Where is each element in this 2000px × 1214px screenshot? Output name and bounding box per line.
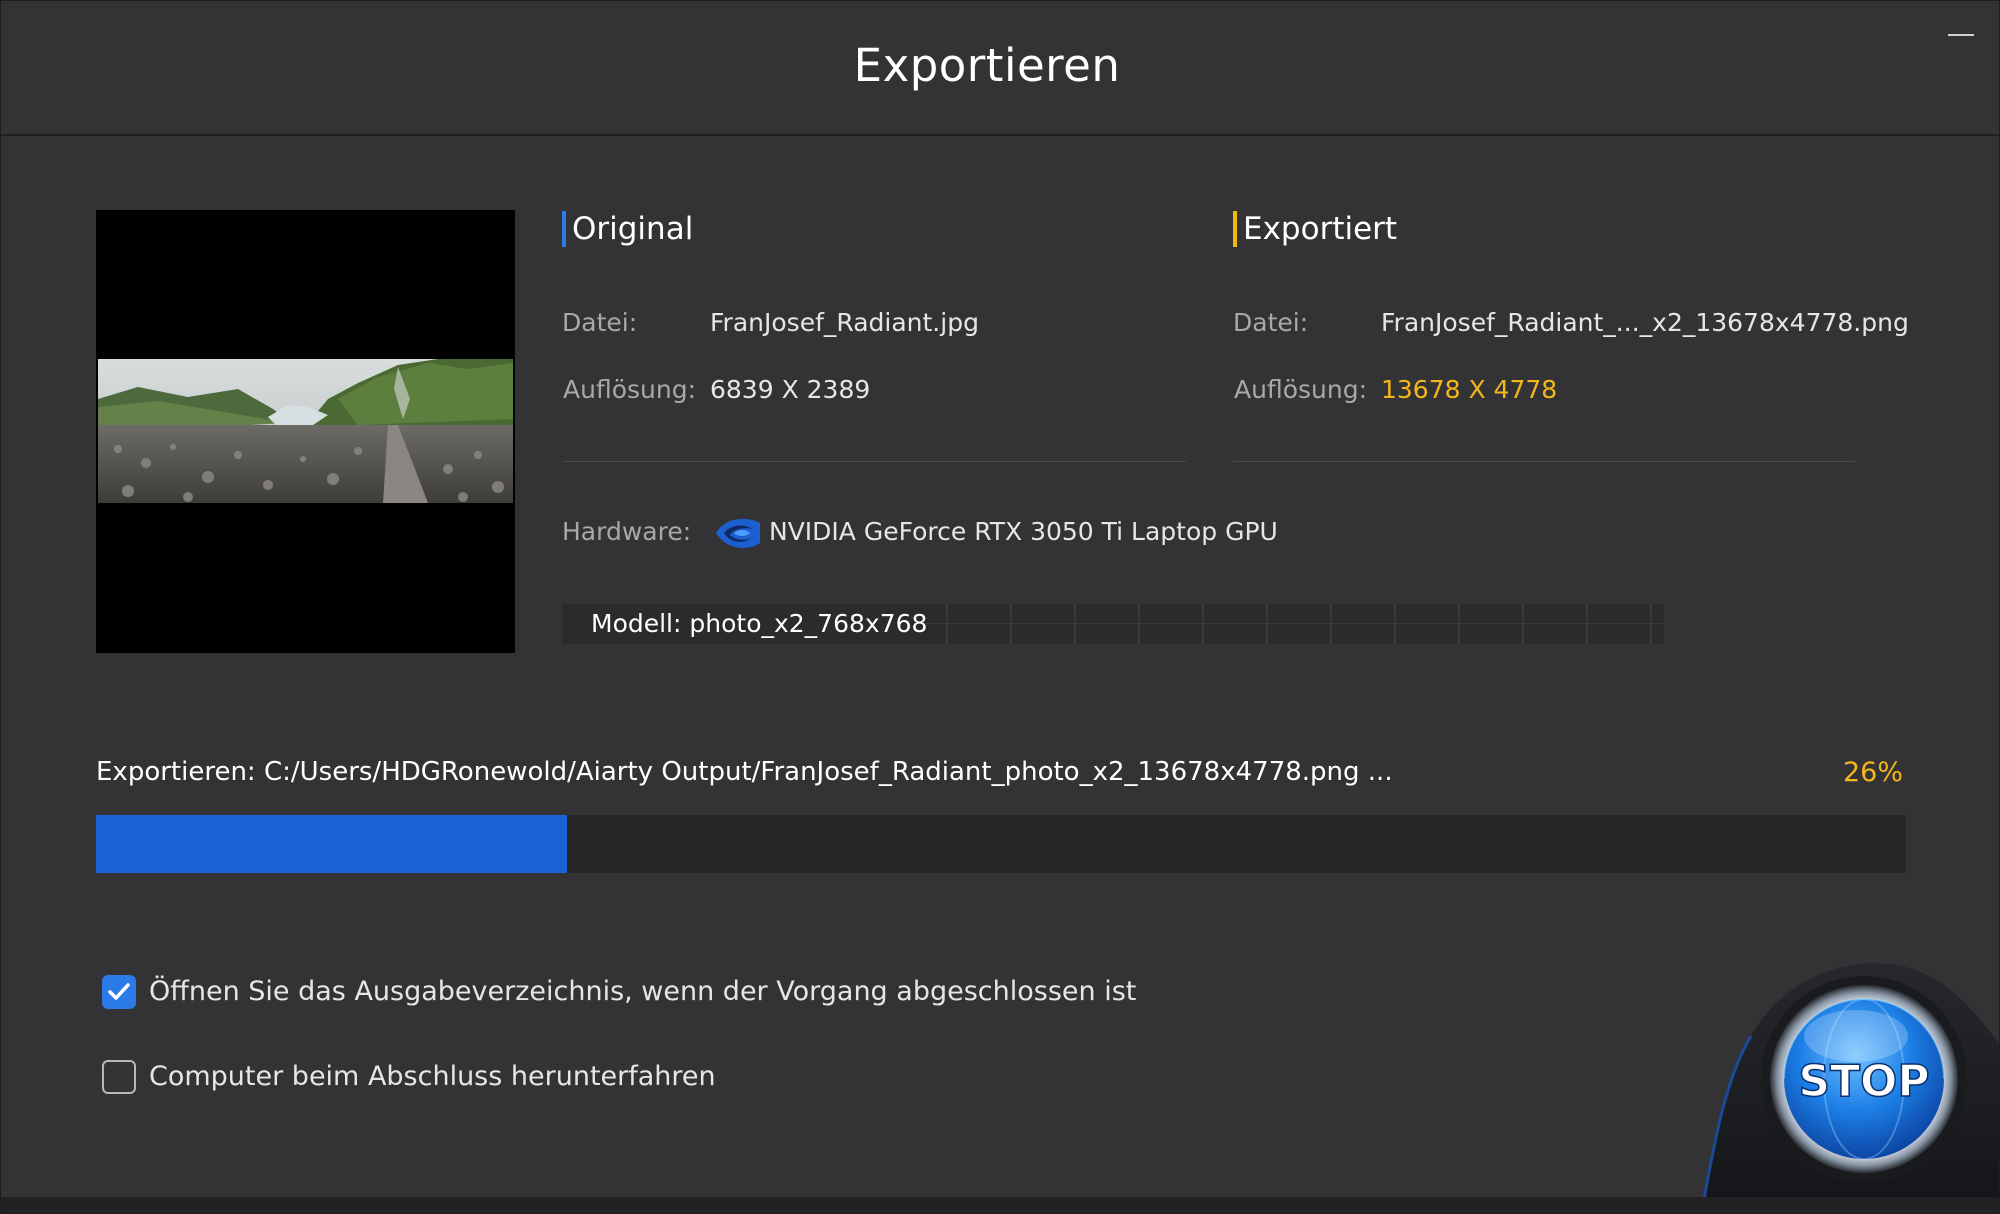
- export-progress-fill: [96, 815, 567, 873]
- stop-button[interactable]: STOP: [1671, 946, 2000, 1214]
- original-resolution-value: 6839 X 2389: [710, 375, 871, 404]
- export-progress-bar: [96, 815, 1906, 873]
- shutdown-checkbox[interactable]: [102, 1060, 136, 1094]
- original-divider: [562, 461, 1186, 462]
- open-folder-label[interactable]: Öffnen Sie das Ausgabeverzeichnis, wenn …: [149, 976, 1136, 1007]
- exported-resolution-label: Auflösung:: [1234, 375, 1367, 404]
- checkmark-icon: [108, 983, 130, 1000]
- original-resolution-label: Auflösung:: [563, 375, 696, 404]
- hardware-value: NVIDIA GeForce RTX 3050 Ti Laptop GPU: [769, 517, 1278, 546]
- exported-heading: Exportiert: [1233, 211, 1397, 247]
- original-file-value: FranJosef_Radiant.jpg: [710, 308, 979, 337]
- export-dialog: Exportieren Original Datei: FranJosef_Ra…: [0, 0, 2000, 1214]
- original-file-label: Datei:: [562, 308, 638, 337]
- nvidia-icon: [716, 518, 760, 548]
- bottom-edge: [1, 1197, 1999, 1213]
- minimize-button[interactable]: [1946, 23, 1976, 47]
- hardware-label: Hardware:: [562, 517, 692, 546]
- shutdown-label[interactable]: Computer beim Abschluss herunterfahren: [149, 1061, 716, 1092]
- title-bar: Exportieren: [1, 1, 1999, 136]
- original-heading: Original: [562, 211, 693, 247]
- stop-label: STOP: [1798, 1056, 1929, 1107]
- open-folder-checkbox[interactable]: [102, 975, 136, 1009]
- model-label: Modell: photo_x2_768x768: [591, 609, 928, 638]
- preview-thumbnail: [96, 210, 515, 653]
- export-percent: 26%: [1842, 757, 1903, 788]
- exported-divider: [1233, 461, 1855, 462]
- exported-resolution-value: 13678 X 4778: [1381, 375, 1558, 404]
- exported-file-label: Datei:: [1233, 308, 1309, 337]
- export-status-text: Exportieren: C:/Users/HDGRonewold/Aiarty…: [96, 757, 1393, 787]
- dialog-title: Exportieren: [853, 39, 1121, 92]
- exported-file-value: FranJosef_Radiant_..._x2_13678x4778.png: [1381, 308, 1909, 337]
- landscape-preview-image: [98, 359, 513, 503]
- stop-button-area: STOP: [1671, 946, 2000, 1214]
